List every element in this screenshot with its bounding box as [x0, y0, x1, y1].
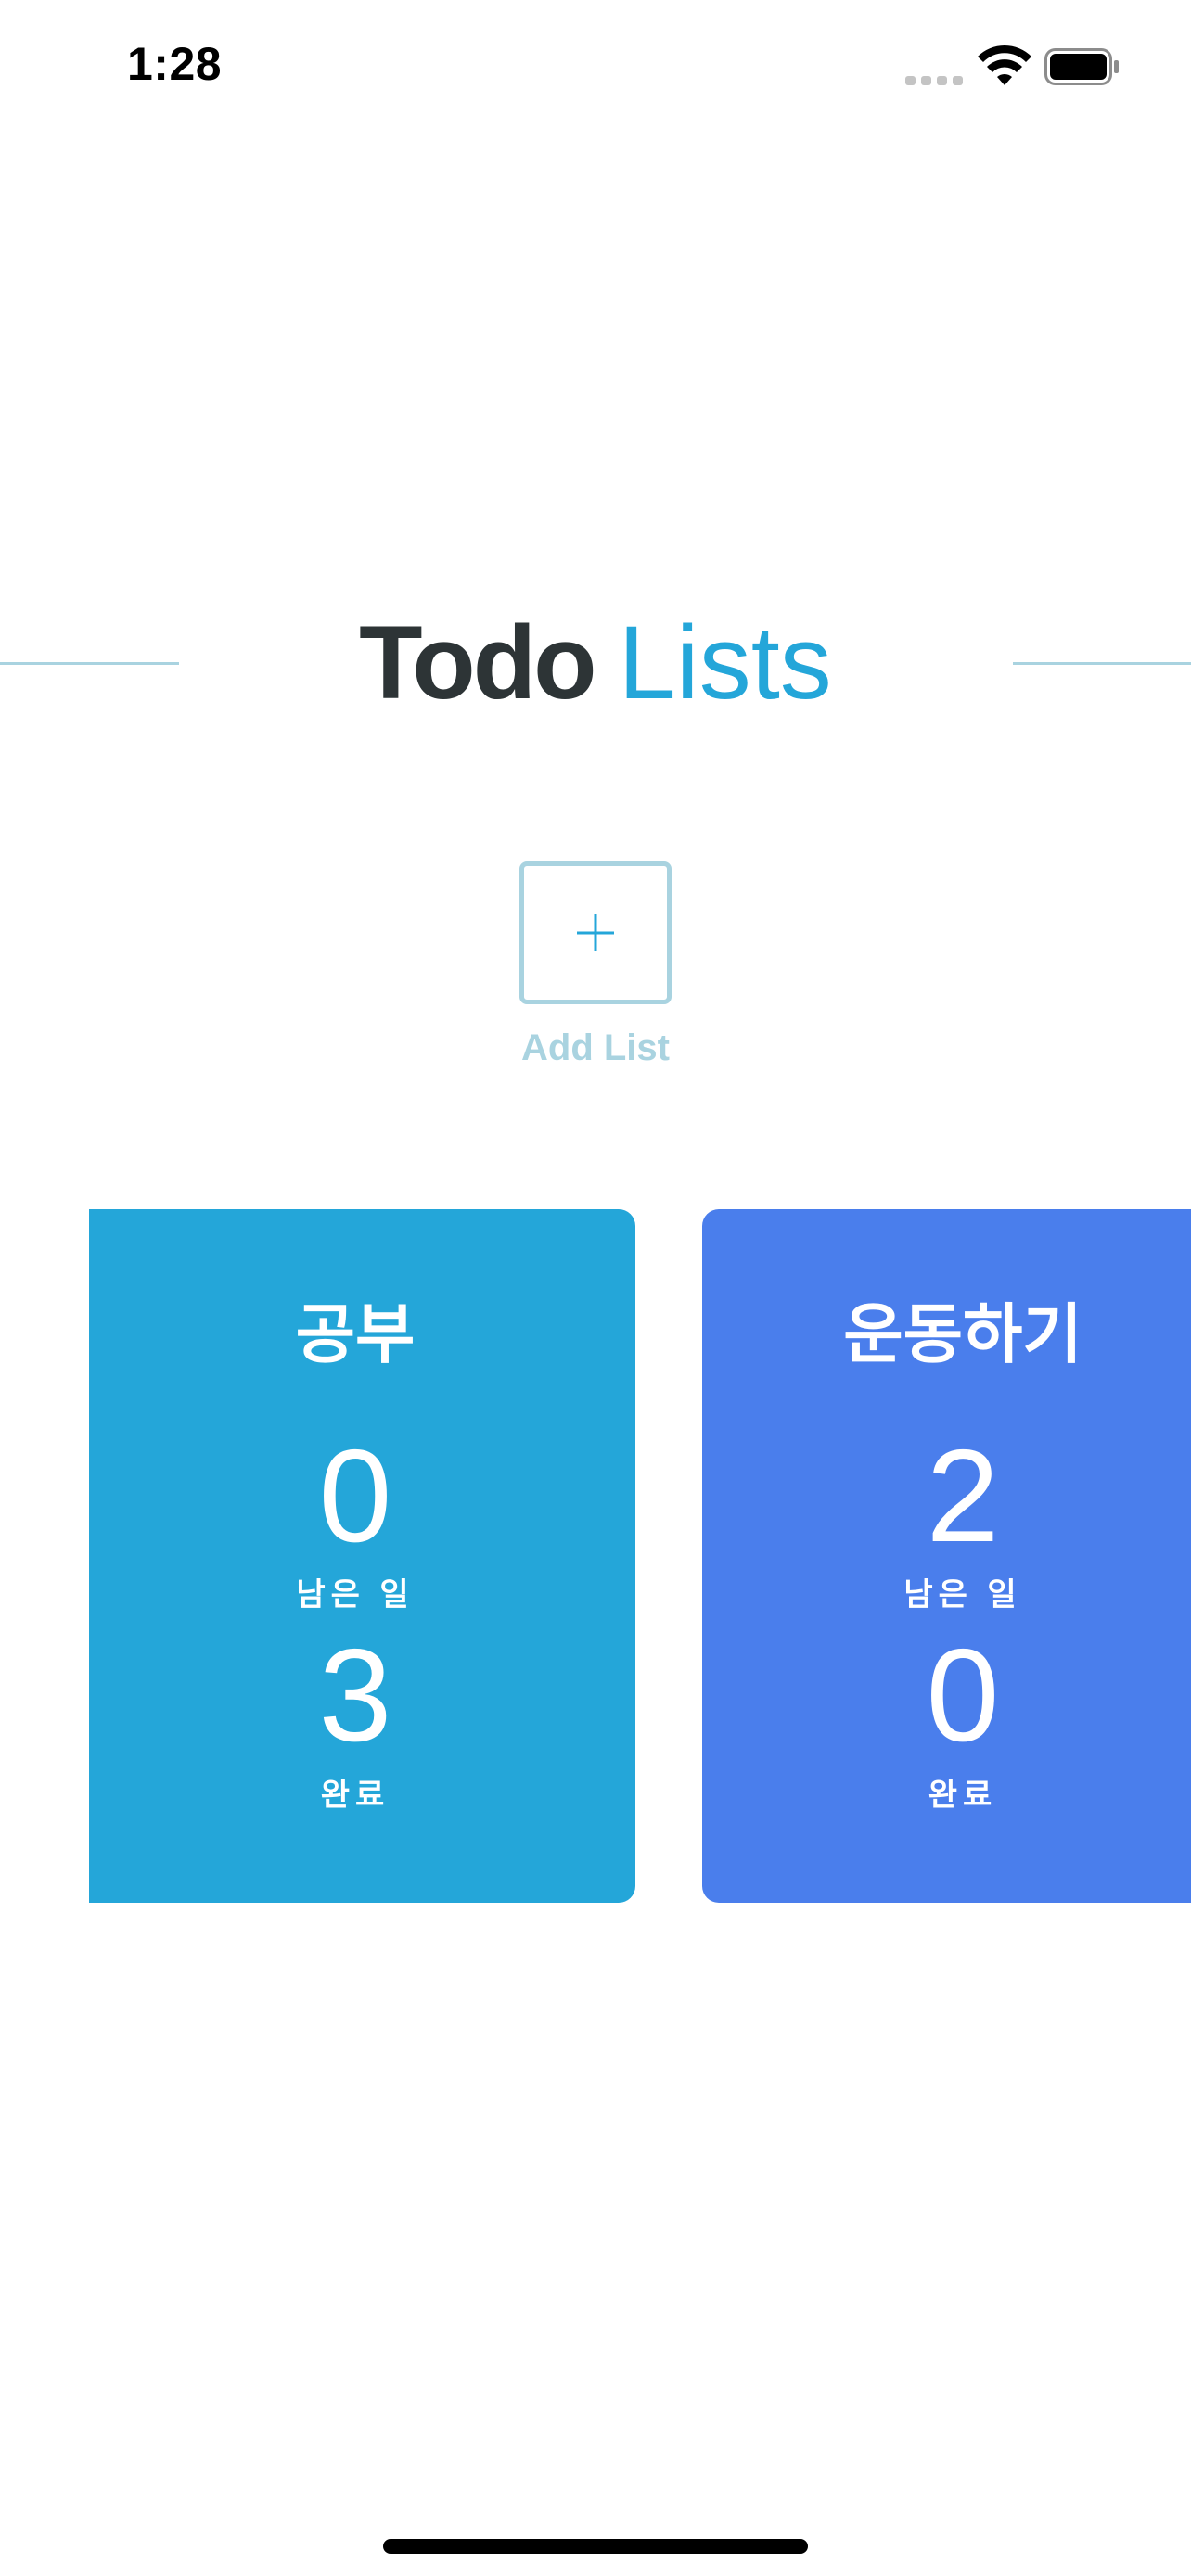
list-card[interactable]: 운동하기 2 남은 일 0 완료 [702, 1209, 1191, 1903]
remaining-label: 남은 일 [296, 1577, 415, 1613]
cellular-signal-icon [905, 74, 963, 85]
completed-count: 0 [926, 1622, 1000, 1769]
plus-icon [577, 914, 614, 951]
page-title-bold: Todo [359, 605, 596, 721]
list-card-title: 공부 [295, 1298, 416, 1371]
page-title: Todo Lists [0, 603, 1191, 723]
completed-label: 완료 [320, 1778, 391, 1813]
remaining-label: 남은 일 [903, 1577, 1022, 1613]
add-list-button[interactable] [519, 861, 672, 1004]
completed-label: 완료 [928, 1778, 998, 1813]
wifi-icon [978, 45, 1031, 85]
completed-count: 3 [318, 1622, 392, 1769]
add-list-label: Add List [521, 1027, 670, 1068]
battery-icon [1044, 48, 1119, 85]
remaining-count: 2 [926, 1422, 1000, 1570]
page-title-light: Lists [618, 605, 832, 721]
remaining-count: 0 [318, 1422, 392, 1570]
home-indicator[interactable] [383, 2539, 808, 2554]
status-time: 1:28 [127, 38, 223, 90]
list-card[interactable]: 공부 0 남은 일 3 완료 [89, 1209, 635, 1903]
list-card-title: 운동하기 [843, 1298, 1082, 1371]
